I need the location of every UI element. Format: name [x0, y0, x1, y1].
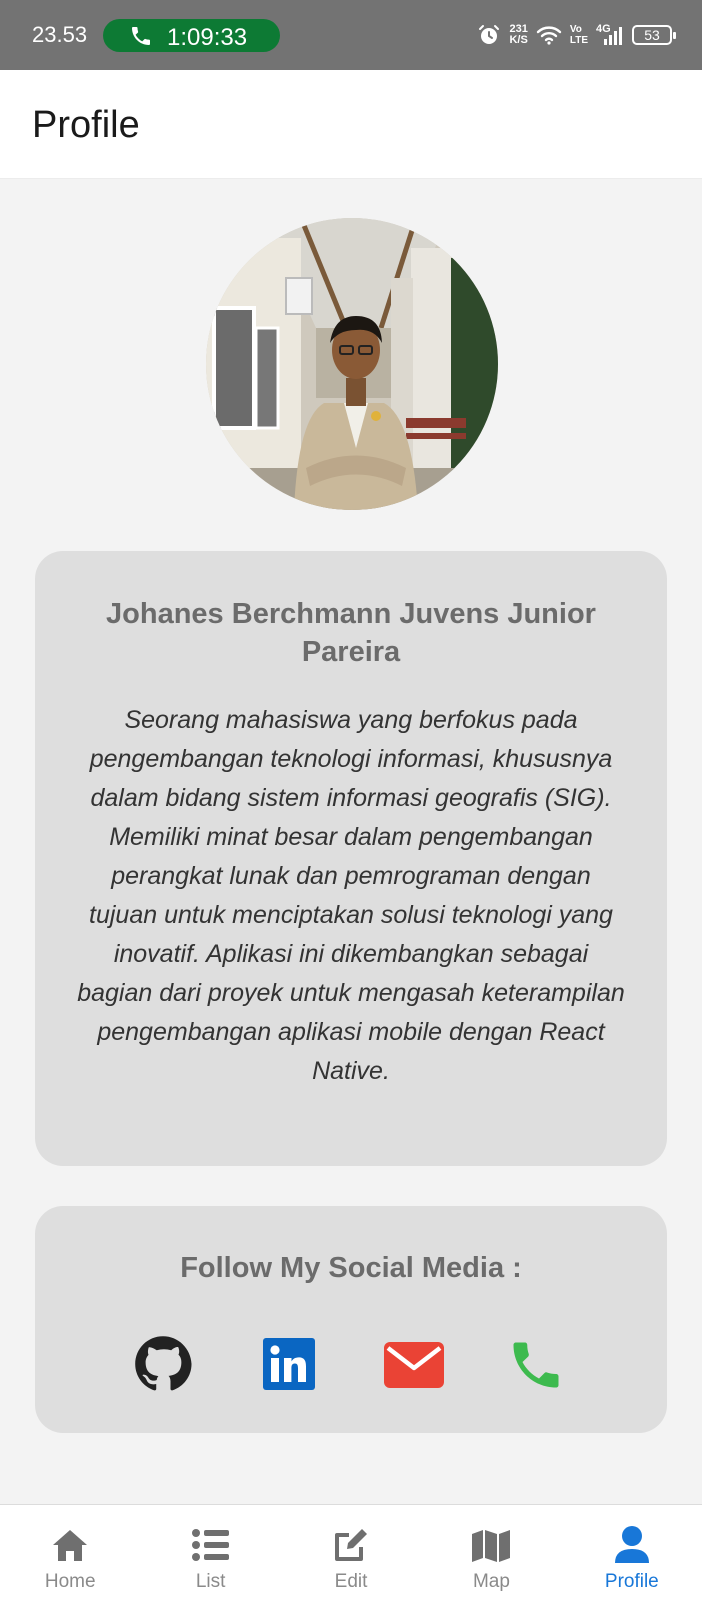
volte-indicator: Vo LTE	[569, 24, 588, 46]
person-icon	[610, 1523, 654, 1567]
battery-indicator: 53	[632, 25, 676, 45]
bottom-nav: Home List Edit Map Profile	[0, 1504, 702, 1600]
social-media-card: Follow My Social Media :	[35, 1206, 667, 1433]
call-timer: 1:09:33	[167, 24, 248, 51]
email-icon	[384, 1342, 444, 1388]
nav-profile-label: Profile	[604, 1571, 659, 1592]
home-icon	[48, 1523, 92, 1567]
status-time: 23.53	[32, 22, 88, 47]
phone-icon	[513, 1342, 559, 1388]
nav-list-label: List	[195, 1571, 226, 1592]
nav-home-label: Home	[44, 1571, 96, 1592]
network-speed-unit: K/S	[509, 34, 528, 46]
github-button[interactable]	[133, 1334, 193, 1394]
linkedin-button[interactable]	[263, 1338, 315, 1390]
page-title: Profile	[32, 104, 140, 146]
cell-signal-icon: 4G	[596, 23, 624, 47]
battery-level: 53	[644, 27, 660, 43]
profile-name: Johanes Berchmann Juvens Junior Pareira	[106, 598, 596, 668]
nav-list[interactable]: List	[140, 1505, 280, 1600]
status-bar: 23.53 1:09:33 231 K/S Vo LTE 4G 53	[0, 0, 702, 70]
network-type: 4G	[596, 23, 611, 35]
nav-edit-label: Edit	[334, 1571, 368, 1592]
social-media-title: Follow My Social Media :	[180, 1252, 522, 1284]
map-icon	[469, 1523, 513, 1567]
nav-home[interactable]: Home	[0, 1505, 140, 1600]
phone-button[interactable]	[505, 1334, 567, 1396]
nav-profile[interactable]: Profile	[562, 1505, 702, 1600]
github-icon	[135, 1336, 192, 1391]
wifi-icon	[536, 26, 562, 45]
nav-edit[interactable]: Edit	[281, 1505, 421, 1600]
ongoing-call-pill[interactable]: 1:09:33	[103, 19, 280, 52]
bio-card: Johanes Berchmann Juvens Junior Pareira …	[35, 551, 667, 1166]
network-speed: 231 K/S	[509, 24, 527, 46]
edit-icon	[329, 1523, 373, 1567]
nav-map[interactable]: Map	[421, 1505, 561, 1600]
alarm-icon	[479, 25, 500, 44]
status-icons: 231 K/S Vo LTE 4G 53	[477, 20, 676, 50]
phone-call-icon	[132, 27, 150, 45]
linkedin-icon	[263, 1338, 315, 1390]
email-button[interactable]	[383, 1340, 445, 1390]
profile-bio: Seorang mahasiswa yang berfokus pada pen…	[77, 706, 625, 1085]
list-icon	[189, 1523, 233, 1567]
nav-map-label: Map	[472, 1571, 510, 1592]
profile-avatar	[206, 218, 498, 510]
app-header: Profile	[0, 70, 702, 179]
